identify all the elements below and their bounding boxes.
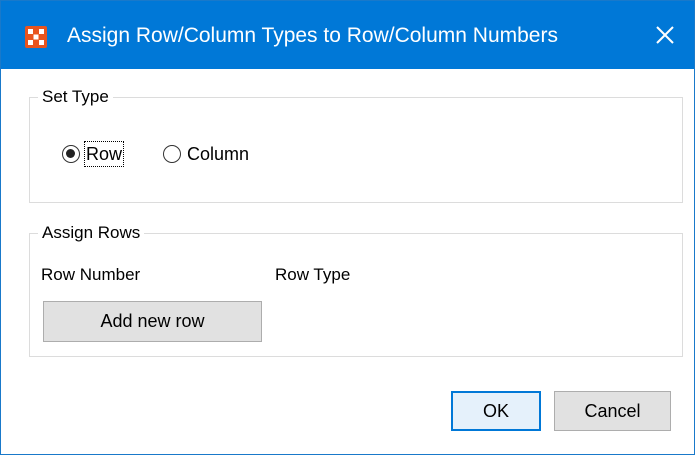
assign-rows-legend: Assign Rows <box>38 222 145 244</box>
dialog-window: Assign Row/Column Types to Row/Column Nu… <box>0 0 695 455</box>
assign-rows-group: Assign Rows Row Number Row Type Add new … <box>29 222 683 357</box>
radio-column-button[interactable] <box>163 145 181 163</box>
row-number-header: Row Number <box>41 265 141 284</box>
radio-column-label: Column <box>187 144 250 164</box>
close-icon <box>656 26 674 44</box>
row-type-header: Row Type <box>275 265 351 284</box>
ok-button[interactable]: OK <box>451 391 541 431</box>
cancel-button[interactable]: Cancel <box>554 391 671 431</box>
radio-row-label: Row <box>83 141 125 167</box>
add-new-row-button[interactable]: Add new row <box>43 301 262 342</box>
close-button[interactable] <box>636 1 694 69</box>
set-type-group: Set Type Row Column <box>29 86 683 203</box>
radio-column[interactable]: Column <box>163 142 249 166</box>
radio-row[interactable]: Row <box>62 141 125 167</box>
app-grid-icon <box>25 26 47 48</box>
radio-row-button[interactable] <box>62 145 80 163</box>
window-title: Assign Row/Column Types to Row/Column Nu… <box>67 24 558 47</box>
title-bar[interactable]: Assign Row/Column Types to Row/Column Nu… <box>1 1 694 69</box>
set-type-legend: Set Type <box>38 86 113 108</box>
